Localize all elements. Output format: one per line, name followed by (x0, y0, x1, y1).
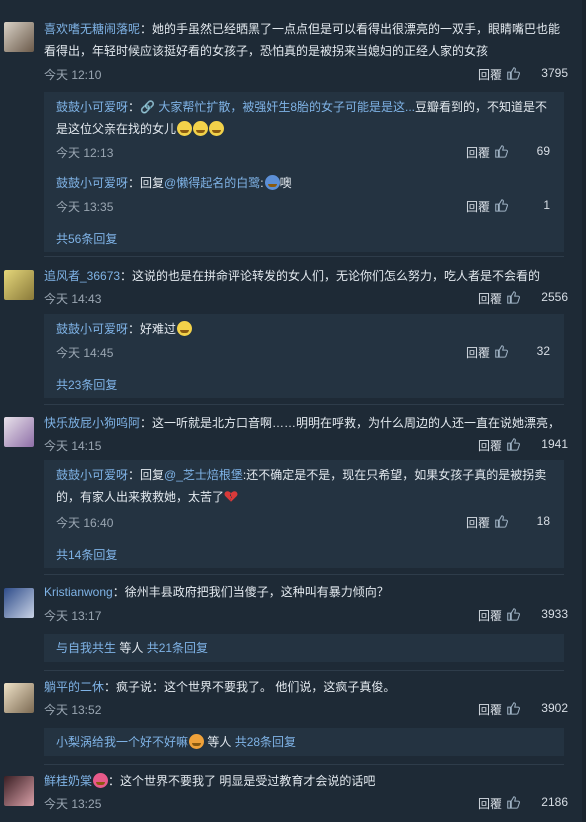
thumbs-up-icon[interactable] (506, 795, 520, 809)
reply-text: 噢 (279, 176, 292, 190)
crying-emoji-icon (209, 121, 225, 136)
reply-username[interactable]: 鼓鼓小可爱呀 (56, 100, 128, 114)
reply-mention[interactable]: @_芝士焙根堡 (164, 468, 243, 482)
reply-button[interactable]: 回覆 (466, 198, 490, 215)
avatar[interactable] (4, 270, 34, 300)
comment-username[interactable]: Kristianwong (44, 585, 113, 599)
like-count: 3902 (541, 701, 568, 715)
thumbs-up-icon[interactable] (494, 198, 508, 212)
heart-eyes-emoji-icon (189, 734, 205, 749)
thumbs-up-icon[interactable] (506, 290, 520, 304)
crying-emoji-icon (193, 121, 209, 136)
reply-time: 今天 16:40 (56, 516, 114, 530)
comment-time: 今天 14:43 (44, 292, 102, 306)
comment-text: ：这一听就是北方口音啊……明明在呼救，为什么周边的人还一直在说她漂亮， (140, 416, 561, 430)
replies-panel: 鼓鼓小可爱呀：回复@_芝士焙根堡:还不确定是不是，现在只希望，如果女孩子真的是被… (44, 460, 564, 568)
thumbs-up-icon[interactable] (506, 66, 520, 80)
comment-time: 今天 13:25 (44, 797, 102, 811)
thumbs-up-icon[interactable] (506, 607, 520, 621)
reply-button[interactable]: 回覆 (478, 66, 502, 83)
reply-mention[interactable]: @懒得起名的白鹭 (164, 176, 260, 190)
reply-button[interactable]: 回覆 (466, 344, 490, 361)
divider (44, 404, 564, 405)
replies-panel: 鼓鼓小可爱呀：🔗 大家帮忙扩散，被强奸生8胎的女子可能是是这...豆瓣看到的，不… (44, 92, 564, 252)
like-count: 3933 (541, 607, 568, 621)
reply-username[interactable]: 鼓鼓小可爱呀 (56, 322, 128, 336)
crying-emoji-icon (177, 321, 193, 336)
replies-summary: 与自我共生 等人 共21条回复 (44, 634, 564, 662)
more-replies-link[interactable]: 共28条回复 (235, 735, 296, 749)
reply-users[interactable]: 与自我共生 (56, 641, 116, 655)
reply-time: 今天 14:45 (56, 346, 114, 360)
comment-time: 今天 13:17 (44, 609, 102, 623)
avatar[interactable] (4, 683, 34, 713)
comment-text: ：徐州丰县政府把我们当傻子，这种叫有暴力倾向？ (112, 585, 389, 599)
more-replies-link[interactable]: 共23条回复 (56, 376, 117, 393)
reply-button[interactable]: 回覆 (478, 795, 502, 812)
like-count: 2186 (541, 795, 568, 809)
comment-time: 今天 14:15 (44, 439, 102, 453)
reply-username[interactable]: 鼓鼓小可爱呀 (56, 468, 128, 482)
thumbs-up-icon[interactable] (494, 514, 508, 528)
like-count: 69 (536, 144, 550, 158)
thumbs-up-icon[interactable] (494, 344, 508, 358)
reply-button[interactable]: 回覆 (478, 290, 502, 307)
divider (44, 256, 564, 257)
comment-username[interactable]: 快乐放屁小狗呜阿 (44, 416, 140, 430)
comment-username[interactable]: 喜欢嗜无糖闹落呢 (44, 22, 140, 36)
avatar[interactable] (4, 22, 34, 52)
emoji-icon (264, 175, 280, 190)
crying-emoji-icon (177, 121, 193, 136)
replies-summary: 小梨涡给我一个好不好嘛 等人 共28条回复 (44, 728, 564, 756)
emoji-icon (93, 773, 109, 788)
reply-link[interactable]: 大家帮忙扩散，被强奸生8胎的女子可能是是这... (158, 100, 415, 114)
reply-button[interactable]: 回覆 (478, 607, 502, 624)
scroll-track[interactable] (582, 0, 586, 822)
like-count: 18 (536, 514, 550, 528)
link-icon: 🔗 (140, 100, 159, 114)
comment-time: 今天 12:10 (44, 68, 102, 82)
like-count: 32 (536, 344, 550, 358)
broken-heart-icon (224, 491, 238, 502)
thumbs-up-icon[interactable] (494, 144, 508, 158)
reply-text: ：好难过 (128, 322, 177, 336)
reply-button[interactable]: 回覆 (466, 514, 490, 531)
reply-time: 今天 13:35 (56, 200, 114, 214)
more-replies-link[interactable]: 共56条回复 (56, 230, 117, 247)
avatar[interactable] (4, 417, 34, 447)
like-count: 1 (543, 198, 550, 212)
thumbs-up-icon[interactable] (506, 701, 520, 715)
avatar[interactable] (4, 588, 34, 618)
more-replies-link[interactable]: 共14条回复 (56, 546, 117, 563)
comment-text: ：这说的也是在拼命评论转发的女人们，无论你们怎么努力，吃人者是不会看的 (120, 269, 541, 283)
comment-text: ：这个世界不要我了 明显是受过教育才会说的话吧 (108, 774, 376, 788)
reply-button[interactable]: 回覆 (478, 437, 502, 454)
reply-time: 今天 12:13 (56, 146, 114, 160)
comment-username[interactable]: 躺平的二休 (44, 680, 104, 694)
comment-username[interactable]: 鲜桂奶棠 (44, 774, 92, 788)
reply-button[interactable]: 回覆 (466, 144, 490, 161)
divider (44, 764, 564, 765)
reply-button[interactable]: 回覆 (478, 701, 502, 718)
like-count: 2556 (541, 290, 568, 304)
divider (44, 670, 564, 671)
reply-users[interactable]: 小梨涡给我一个好不好嘛 (56, 735, 188, 749)
comment-text: ：疯子说：这个世界不要我了。 他们说，这疯子真俊。 (104, 680, 396, 694)
like-count: 3795 (541, 66, 568, 80)
comment-time: 今天 13:52 (44, 703, 102, 717)
avatar[interactable] (4, 776, 34, 806)
comment-username[interactable]: 追风者_36673 (44, 269, 120, 283)
more-replies-link[interactable]: 共21条回复 (147, 641, 208, 655)
divider (44, 574, 564, 575)
reply-username[interactable]: 鼓鼓小可爱呀 (56, 176, 128, 190)
thumbs-up-icon[interactable] (506, 437, 520, 451)
replies-panel: 鼓鼓小可爱呀：好难过 今天 14:45 回覆 32 共23条回复 (44, 314, 564, 398)
like-count: 1941 (541, 437, 568, 451)
